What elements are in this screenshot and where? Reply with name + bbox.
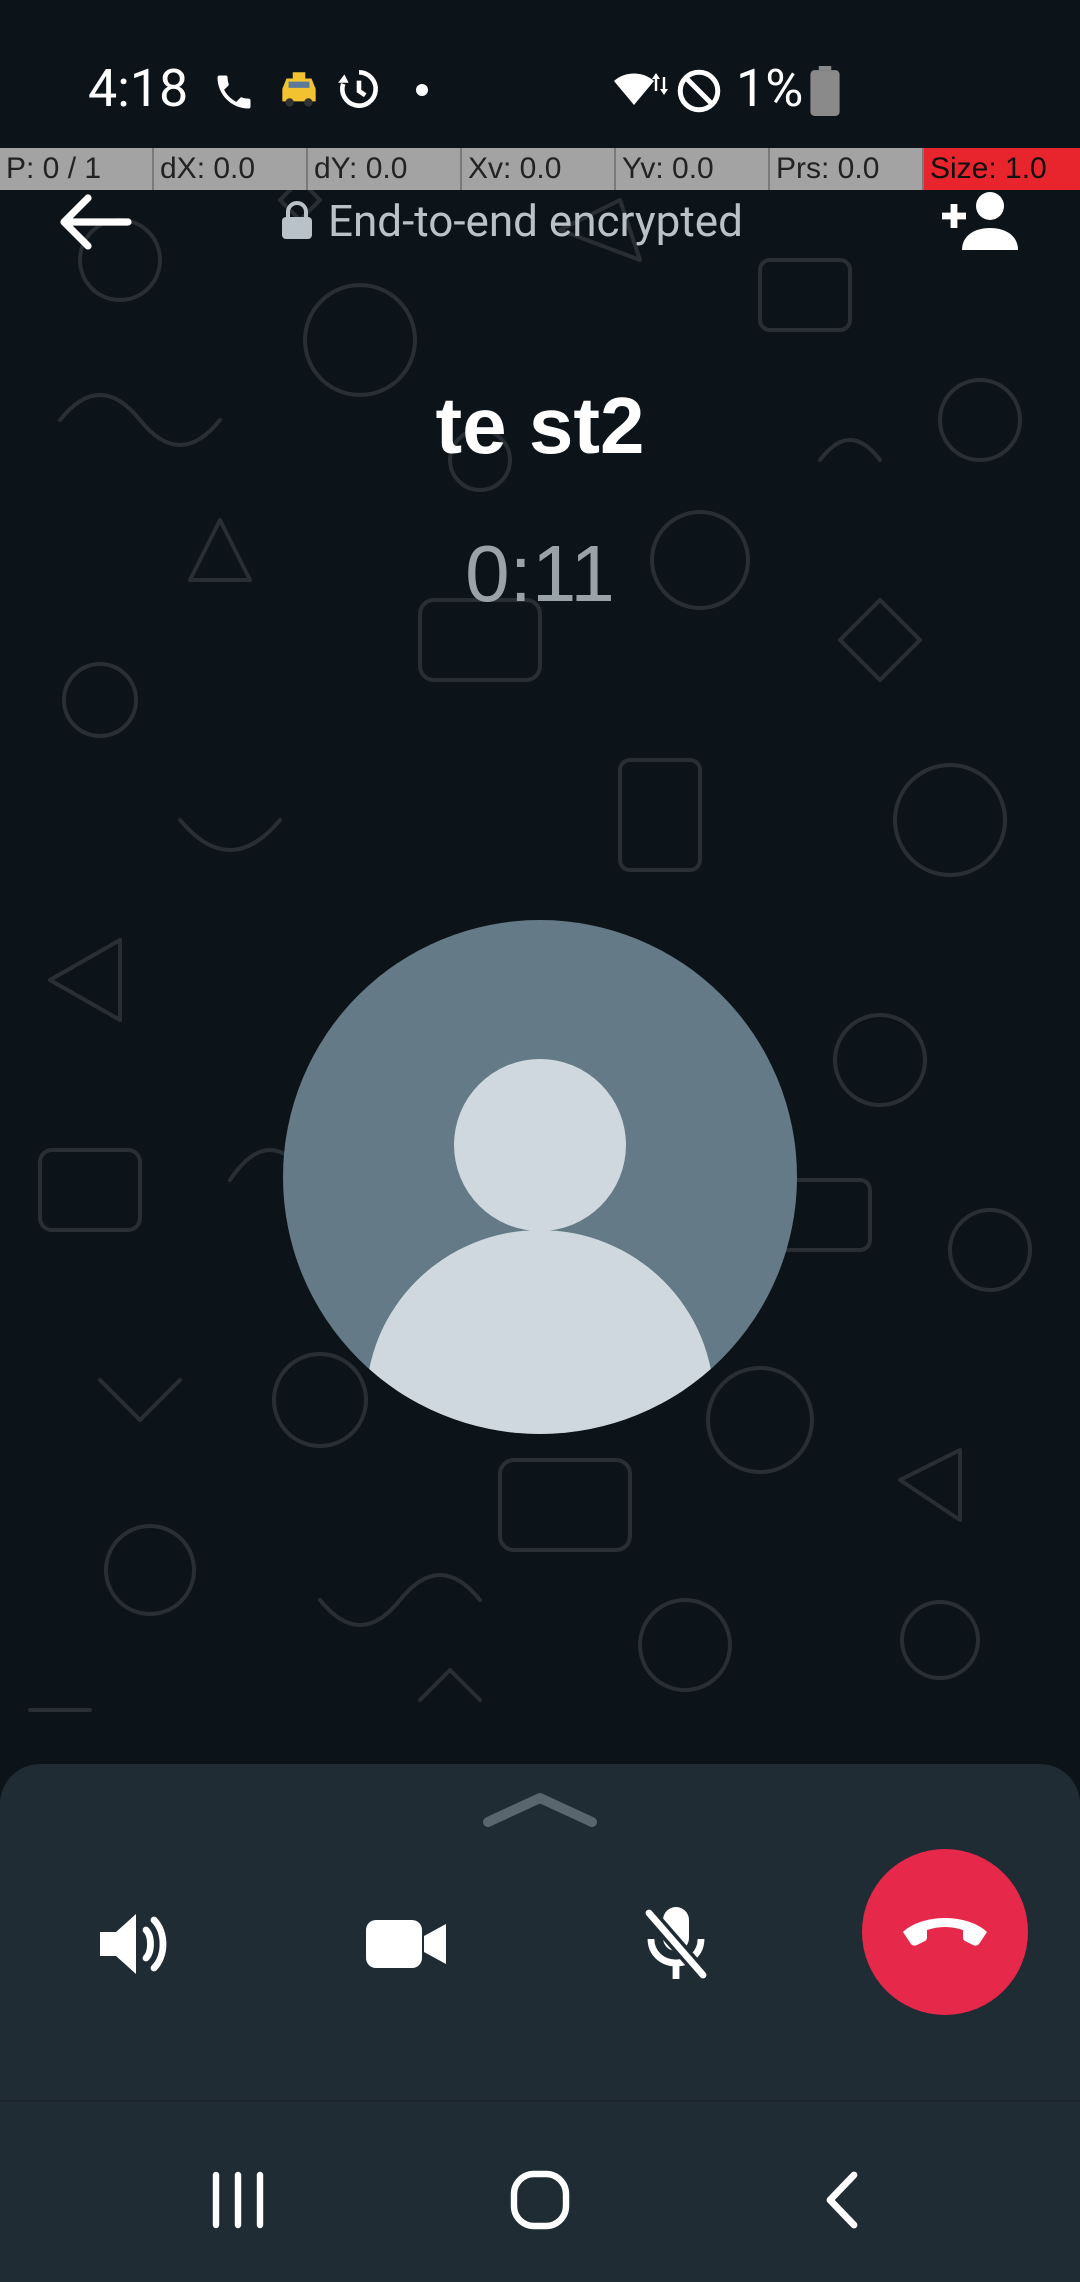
- video-camera-icon: [366, 1920, 446, 1968]
- recent-apps-button[interactable]: [178, 2152, 298, 2248]
- speaker-icon: [100, 1914, 167, 1974]
- mic-off-icon: [643, 1907, 709, 1980]
- contact-avatar: [283, 920, 797, 1434]
- dot-icon: [416, 84, 428, 96]
- timer-icon: [338, 70, 378, 108]
- debug-xv: Xv: 0.0: [462, 148, 616, 190]
- chevron-up-icon: [483, 1793, 597, 1827]
- encryption-label: End-to-end encrypted: [328, 195, 743, 247]
- back-button[interactable]: [56, 190, 136, 254]
- call-top-bar: End-to-end encrypted: [0, 190, 1080, 252]
- status-bar: 4:18 1%: [0, 0, 1080, 148]
- lock-icon: [282, 201, 312, 239]
- debug-dx: dX: 0.0: [154, 148, 308, 190]
- video-button[interactable]: [346, 1884, 466, 2004]
- speaker-button[interactable]: [74, 1884, 194, 2004]
- debug-size: Size: 1.0: [924, 148, 1080, 190]
- expand-panel-handle[interactable]: [482, 1786, 598, 1830]
- recent-apps-icon: [212, 2171, 264, 2229]
- status-time: 4:18: [88, 58, 189, 119]
- debug-yv: Yv: 0.0: [616, 148, 770, 190]
- add-participant-button[interactable]: [938, 190, 1022, 252]
- end-call-button[interactable]: [862, 1849, 1028, 2015]
- debug-dy: dY: 0.0: [308, 148, 462, 190]
- battery-icon: [810, 66, 840, 116]
- call-controls-panel: [0, 1764, 1080, 2100]
- nav-back-button[interactable]: [782, 2152, 902, 2248]
- phone-icon: [217, 75, 251, 109]
- default-avatar-icon: [366, 1059, 714, 1434]
- do-not-disturb-icon: [677, 69, 721, 113]
- encryption-indicator[interactable]: End-to-end encrypted: [280, 190, 743, 252]
- debug-pressure: Prs: 0.0: [770, 148, 924, 190]
- chat-wallpaper-pattern: [28, 178, 1032, 1712]
- debug-pointer: P: 0 / 1: [0, 148, 154, 190]
- home-button[interactable]: [480, 2152, 600, 2248]
- wifi-icon: [614, 73, 668, 105]
- home-icon: [510, 2170, 570, 2230]
- end-call-icon: [903, 1918, 987, 1946]
- back-icon: [826, 2171, 858, 2229]
- system-navigation-bar: [0, 2100, 1080, 2282]
- add-person-icon: [942, 192, 1018, 250]
- contact-name: te st2: [435, 381, 645, 470]
- pointer-location-overlay: P: 0 / 1 dX: 0.0 dY: 0.0 Xv: 0.0 Yv: 0.0…: [0, 148, 1080, 190]
- call-duration: 0:11: [465, 529, 615, 618]
- back-arrow-icon: [60, 194, 132, 250]
- mute-button[interactable]: [616, 1884, 736, 2004]
- battery-percent: 1%: [736, 58, 804, 119]
- taxi-icon: [282, 72, 316, 107]
